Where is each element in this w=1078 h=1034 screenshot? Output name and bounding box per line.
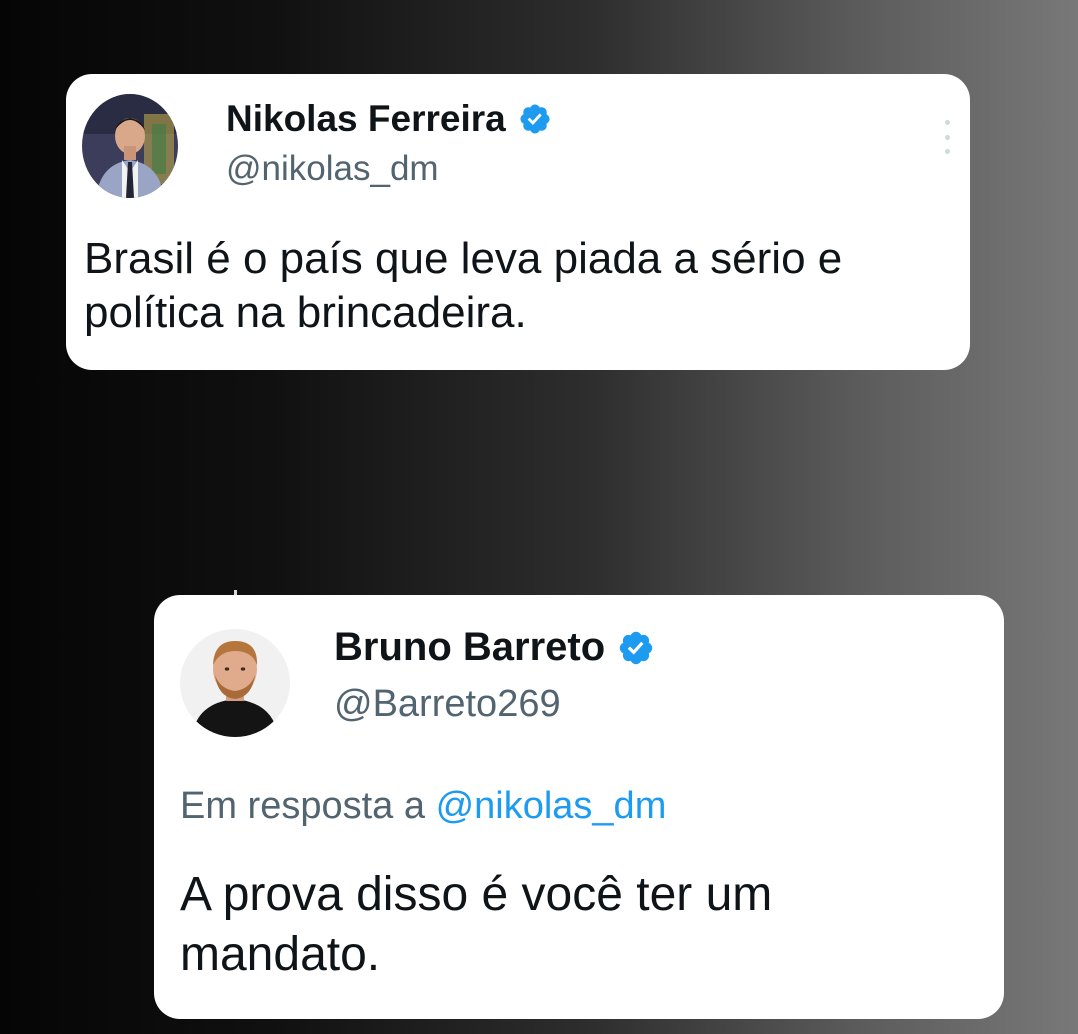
more-options-icon[interactable]: [942, 120, 952, 154]
tweet-card-original[interactable]: Nikolas Ferreira @nikolas_dm Brasil é o …: [66, 74, 970, 370]
person-avatar-beard-icon: [180, 629, 290, 737]
avatar[interactable]: [180, 629, 290, 737]
reply-mention-link[interactable]: @nikolas_dm: [436, 785, 667, 827]
reply-prefix: Em resposta a: [180, 785, 425, 827]
author-name[interactable]: Nikolas Ferreira: [226, 98, 506, 140]
person-avatar-suit-icon: [82, 94, 178, 198]
author-row: Nikolas Ferreira: [226, 98, 552, 140]
author-handle[interactable]: @nikolas_dm: [226, 149, 439, 189]
tweet-text: A prova disso é você ter um mandato.: [180, 868, 773, 981]
verified-badge-icon: [617, 629, 655, 667]
tweet-card-reply[interactable]: Bruno Barreto @Barreto269 Em resposta a …: [154, 595, 1004, 1019]
author-row: Bruno Barreto: [334, 625, 655, 670]
author-handle[interactable]: @Barreto269: [334, 683, 561, 726]
reply-context: Em resposta a @nikolas_dm: [180, 785, 666, 828]
author-name[interactable]: Bruno Barreto: [334, 625, 605, 670]
avatar[interactable]: [82, 94, 178, 198]
tweet-text: Brasil é o país que leva piada a sério e…: [84, 234, 843, 337]
verified-badge-icon: [518, 102, 552, 136]
